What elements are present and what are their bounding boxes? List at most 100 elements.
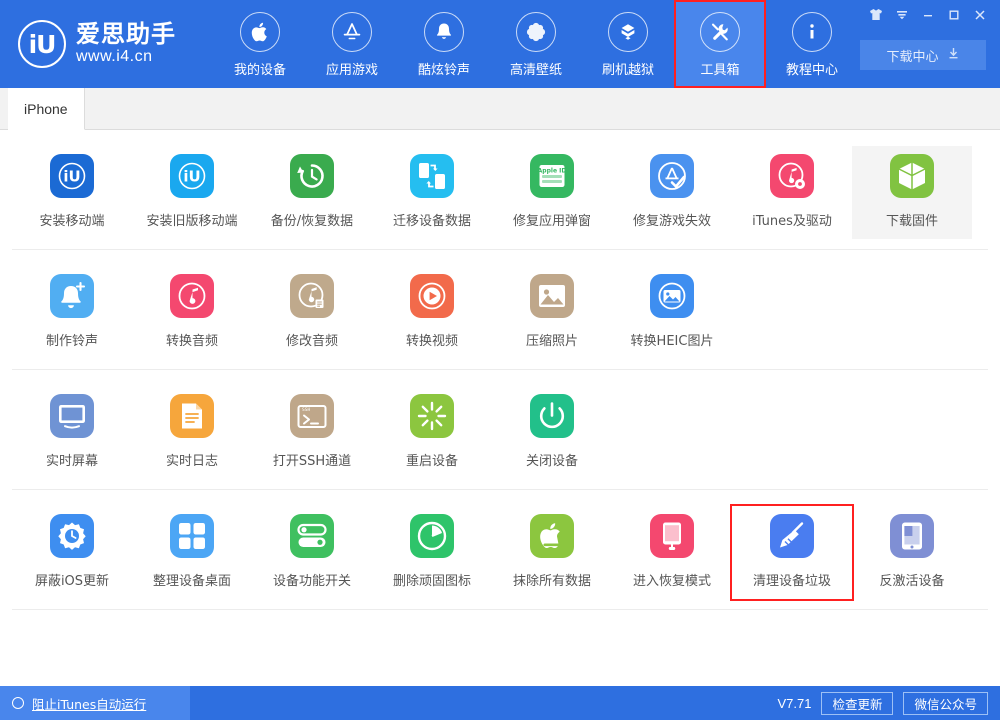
minimize-icon[interactable] bbox=[916, 3, 940, 25]
nav-item-tools[interactable]: 工具箱 bbox=[674, 0, 766, 88]
tool-item-label: 安装移动端 bbox=[39, 210, 104, 229]
tool-item-appstore-check[interactable]: 修复游戏失效 bbox=[612, 146, 732, 239]
logo-url: www.i4.cn bbox=[76, 47, 176, 67]
menu-icon[interactable] bbox=[890, 3, 914, 25]
version-label: V7.71 bbox=[777, 696, 811, 711]
tool-item-label: 抹除所有数据 bbox=[513, 570, 591, 589]
tool-item-remove-icon[interactable]: 删除顽固图标 bbox=[372, 506, 492, 599]
check-update-button[interactable]: 检查更新 bbox=[821, 692, 893, 715]
svg-text:iU: iU bbox=[63, 168, 80, 186]
tool-item-label: 制作铃声 bbox=[46, 330, 98, 349]
tool-item-block-update[interactable]: 屏蔽iOS更新 bbox=[12, 506, 132, 599]
nav-item-bell[interactable]: 酷炫铃声 bbox=[398, 0, 490, 88]
i4-assistant-window: iU 爱思助手 www.i4.cn 我的设备 应用游戏 酷炫铃声高清壁纸 刷机越狱 工具… bbox=[0, 0, 1000, 720]
tool-item-itunes-gear[interactable]: iTunes及驱动 bbox=[732, 146, 852, 239]
audio-convert-icon bbox=[170, 274, 214, 318]
svg-text:iU: iU bbox=[183, 168, 200, 186]
skin-icon[interactable] bbox=[864, 3, 888, 25]
flower-icon bbox=[516, 12, 556, 52]
apple-icon bbox=[240, 12, 280, 52]
tool-item-label: 实时日志 bbox=[166, 450, 218, 469]
nav-item-label: 高清壁纸 bbox=[510, 59, 562, 78]
tool-item-organize-home[interactable]: 整理设备桌面 bbox=[132, 506, 252, 599]
tool-item-label: 删除顽固图标 bbox=[393, 570, 471, 589]
dropbox-icon bbox=[608, 12, 648, 52]
tab-iphone[interactable]: iPhone bbox=[8, 88, 85, 130]
wechat-button[interactable]: 微信公众号 bbox=[903, 692, 988, 715]
organize-home-icon bbox=[170, 514, 214, 558]
block-itunes-toggle[interactable]: 阻止iTunes自动运行 bbox=[0, 686, 190, 720]
tool-item-log[interactable]: 实时日志 bbox=[132, 386, 252, 479]
nav-item-appstore[interactable]: 应用游戏 bbox=[306, 0, 398, 88]
clean-broom-icon bbox=[770, 514, 814, 558]
tool-item-audio-edit[interactable]: 修改音频 bbox=[252, 266, 372, 359]
appstore-check-icon bbox=[650, 154, 694, 198]
migrate-data-icon bbox=[410, 154, 454, 198]
logo-mark-icon: iU bbox=[18, 20, 66, 68]
heic-convert-icon bbox=[650, 274, 694, 318]
tool-item-video-convert[interactable]: 转换视频 bbox=[372, 266, 492, 359]
nav-item-label: 应用游戏 bbox=[326, 59, 378, 78]
tool-item-audio-convert[interactable]: 转换音频 bbox=[132, 266, 252, 359]
photo-compress-icon bbox=[530, 274, 574, 318]
info-icon bbox=[792, 12, 832, 52]
tool-item-i4-app[interactable]: iU 安装移动端 bbox=[12, 146, 132, 239]
tool-item-heic-convert[interactable]: 转换HEIC图片 bbox=[612, 266, 732, 359]
tool-item-label: 迁移设备数据 bbox=[393, 210, 471, 229]
toolbox-row: 制作铃声 转换音频修改音频 转换视频压缩照片转换HEIC图片 bbox=[12, 250, 988, 370]
tool-item-backup-restore[interactable]: 备份/恢复数据 bbox=[252, 146, 372, 239]
svg-text:SSH: SSH bbox=[302, 407, 311, 413]
tool-item-label: 修复游戏失效 bbox=[633, 210, 711, 229]
backup-restore-icon bbox=[290, 154, 334, 198]
tool-item-label: 转换HEIC图片 bbox=[631, 330, 714, 349]
tool-item-restart[interactable]: 重启设备 bbox=[372, 386, 492, 479]
tool-item-label: 实时屏幕 bbox=[46, 450, 98, 469]
nav-item-label: 工具箱 bbox=[700, 59, 739, 78]
tool-item-ssh-terminal[interactable]: SSH打开SSH通道 bbox=[252, 386, 372, 479]
nav-item-flower[interactable]: 高清壁纸 bbox=[490, 0, 582, 88]
firmware-box-icon bbox=[890, 154, 934, 198]
tool-item-clean-broom[interactable]: 清理设备垃圾 bbox=[732, 506, 852, 599]
tool-item-screen[interactable]: 实时屏幕 bbox=[12, 386, 132, 479]
nav-item-label: 教程中心 bbox=[786, 59, 838, 78]
nav-item-apple[interactable]: 我的设备 bbox=[214, 0, 306, 88]
tool-item-i4-app-old[interactable]: iU 安装旧版移动端 bbox=[132, 146, 252, 239]
download-center-button[interactable]: 下载中心 bbox=[860, 40, 986, 70]
tool-item-label: 修改音频 bbox=[286, 330, 338, 349]
device-tabbar: iPhone bbox=[0, 88, 1000, 130]
download-arrow-icon bbox=[947, 47, 960, 64]
tool-item-erase-apple[interactable]: 抹除所有数据 bbox=[492, 506, 612, 599]
close-icon[interactable] bbox=[968, 3, 992, 25]
log-icon bbox=[170, 394, 214, 438]
tool-item-firmware-box[interactable]: 下载固件 bbox=[852, 146, 972, 239]
erase-apple-icon bbox=[530, 514, 574, 558]
nav-item-label: 刷机越狱 bbox=[602, 59, 654, 78]
status-right-group: V7.71 检查更新 微信公众号 bbox=[777, 692, 988, 715]
nav-item-info[interactable]: 教程中心 bbox=[766, 0, 858, 88]
tool-item-migrate-data[interactable]: 迁移设备数据 bbox=[372, 146, 492, 239]
window-controls bbox=[864, 3, 992, 25]
appstore-icon bbox=[332, 12, 372, 52]
logo-name: 爱思助手 bbox=[76, 21, 176, 47]
tool-item-apple-id-card[interactable]: Apple ID修复应用弹窗 bbox=[492, 146, 612, 239]
nav-item-label: 我的设备 bbox=[234, 59, 286, 78]
tool-item-label: 整理设备桌面 bbox=[153, 570, 231, 589]
toolbox-grid: iU 安装移动端 iU 安装旧版移动端备份/恢复数据迁移设备数据 Apple ID修复应… bbox=[0, 130, 1000, 686]
tool-item-recovery-mode[interactable]: 进入恢复模式 bbox=[612, 506, 732, 599]
audio-edit-icon bbox=[290, 274, 334, 318]
radio-circle-icon bbox=[12, 697, 24, 709]
nav-item-dropbox[interactable]: 刷机越狱 bbox=[582, 0, 674, 88]
video-convert-icon bbox=[410, 274, 454, 318]
tools-icon bbox=[700, 12, 740, 52]
tool-item-power-off[interactable]: 关闭设备 bbox=[492, 386, 612, 479]
deactivate-icon bbox=[890, 514, 934, 558]
maximize-icon[interactable] bbox=[942, 3, 966, 25]
power-off-icon bbox=[530, 394, 574, 438]
tool-item-label: 安装旧版移动端 bbox=[146, 210, 237, 229]
tool-item-toggles[interactable]: 设备功能开关 bbox=[252, 506, 372, 599]
toolbox-row: 屏蔽iOS更新整理设备桌面 设备功能开关删除顽固图标 抹除所有数据 进入恢复模式清理设… bbox=[12, 490, 988, 610]
tool-item-photo-compress[interactable]: 压缩照片 bbox=[492, 266, 612, 359]
tool-item-deactivate[interactable]: 反激活设备 bbox=[852, 506, 972, 599]
download-center-label: 下载中心 bbox=[886, 46, 938, 65]
tool-item-bell-plus[interactable]: 制作铃声 bbox=[12, 266, 132, 359]
